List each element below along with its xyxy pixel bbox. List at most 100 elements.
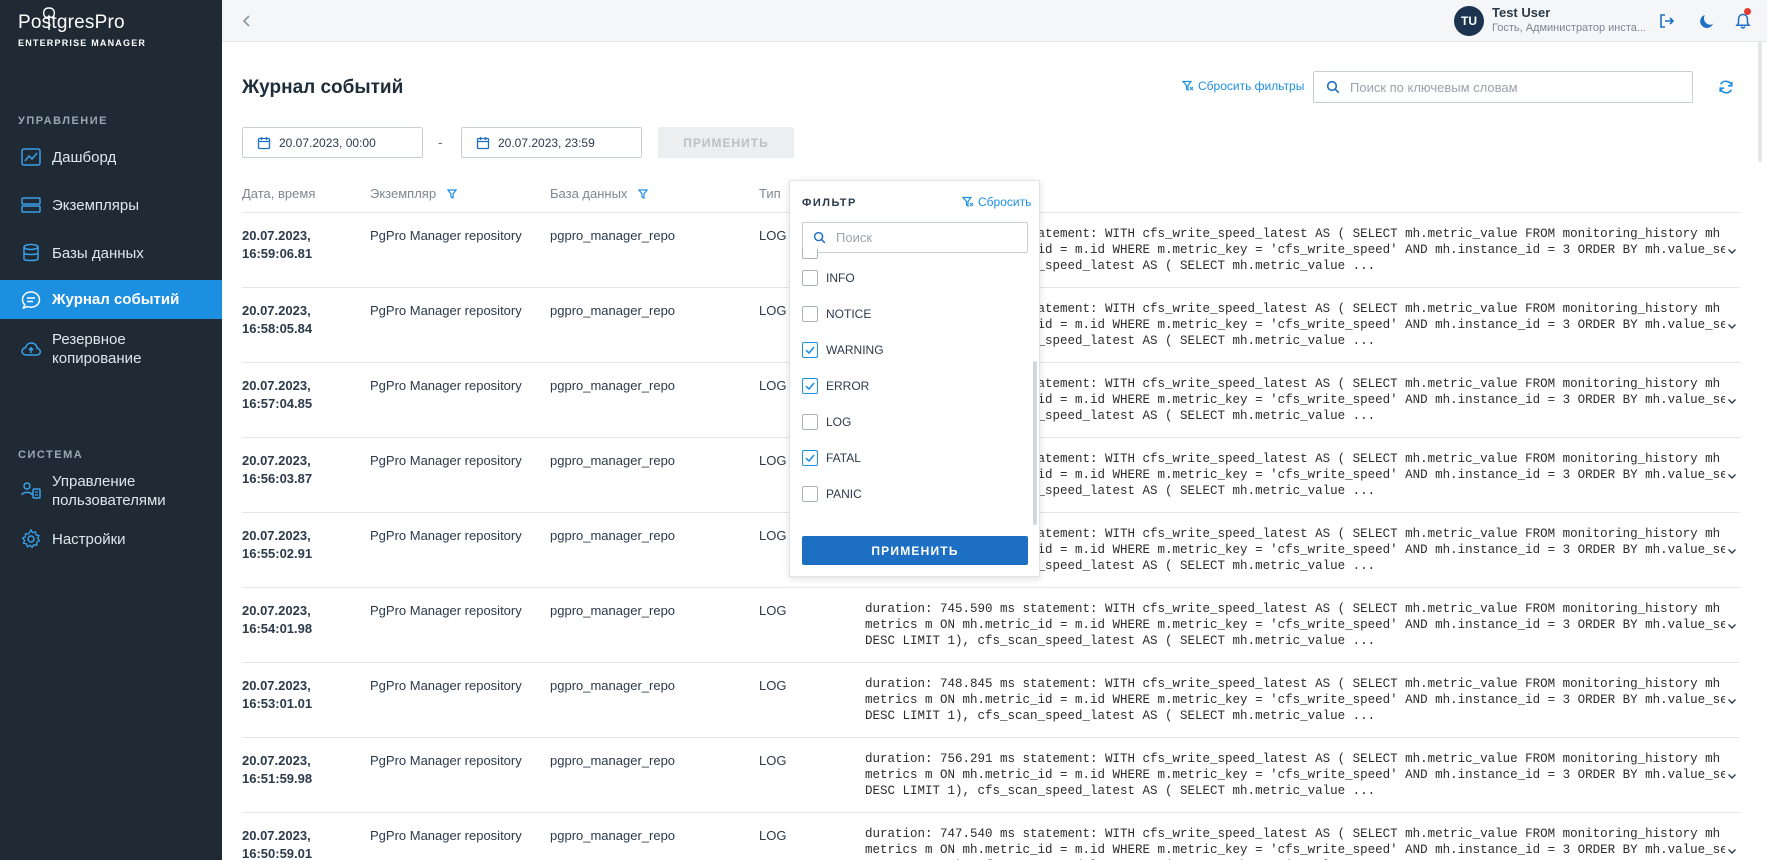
column-header-date[interactable]: Дата, время [242, 186, 315, 201]
filter-icon[interactable] [635, 188, 651, 200]
table-row[interactable]: 20.07.2023, 16:50:59.01 PgPro Manager rep… [242, 813, 1740, 860]
calendar-icon [257, 136, 271, 149]
filter-option-panic[interactable]: PANIC [802, 486, 862, 502]
sidebar-item-users[interactable]: Управление пользователями [0, 471, 222, 511]
chevron-down-icon[interactable] [1726, 620, 1738, 632]
reset-filters-button[interactable]: Сбросить фильтры [1182, 79, 1304, 93]
keyword-search-input[interactable] [1350, 79, 1670, 95]
sidebar: PostgresPro ENTERPRISE MANAGER УПРАВЛЕНИ… [0, 0, 222, 860]
filter-option-notice[interactable]: NOTICE [802, 306, 871, 322]
refresh-icon[interactable] [1717, 78, 1735, 96]
column-header-database[interactable]: База данных [550, 186, 651, 201]
filter-option-fatal[interactable]: FATAL [802, 450, 861, 466]
avatar[interactable]: TU [1454, 6, 1484, 36]
sidebar-item-dashboard[interactable]: Дашборд [0, 144, 222, 170]
chevron-down-icon[interactable] [1726, 770, 1738, 782]
chevron-down-icon[interactable] [1726, 320, 1738, 332]
row-database: pgpro_manager_repo [550, 603, 676, 618]
row-database: pgpro_manager_repo [550, 678, 676, 693]
row-date: 20.07.2023, [242, 678, 311, 693]
chevron-down-icon[interactable] [1726, 470, 1738, 482]
filter-clear-icon [962, 196, 974, 208]
chevron-down-icon[interactable] [1726, 845, 1738, 857]
row-type: LOG [759, 378, 787, 393]
topbar: TU Test User Гость, Администратор инста.… [222, 0, 1767, 42]
date-to-field[interactable]: 20.07.2023, 23:59 [461, 127, 642, 158]
row-instance: PgPro Manager repository [370, 228, 522, 243]
date-from-field[interactable]: 20.07.2023, 00:00 [242, 127, 423, 158]
elephant-logo-icon [42, 7, 56, 30]
sidebar-item-instances[interactable]: Экземпляры [0, 192, 222, 218]
checkbox[interactable] [802, 270, 818, 286]
row-instance: PgPro Manager repository [370, 828, 522, 843]
filter-apply-button[interactable]: ПРИМЕНИТЬ [802, 536, 1028, 565]
row-time: 16:56:03.87 [242, 471, 313, 486]
chevron-down-icon[interactable] [1726, 395, 1738, 407]
logo[interactable]: PostgresPro ENTERPRISE MANAGER [18, 7, 198, 56]
row-datetime: 20.07.2023, 16:59:06.81 [242, 227, 332, 263]
row-time: 16:58:05.84 [242, 321, 313, 336]
filter-option-error[interactable]: ERROR [802, 378, 869, 394]
sidebar-item-label: Управление пользователями [52, 473, 166, 509]
column-header-instance[interactable]: Экземпляр [370, 186, 460, 201]
row-datetime: 20.07.2023, 16:57:04.85 [242, 377, 332, 413]
checkbox[interactable] [802, 414, 818, 430]
moon-icon[interactable] [1698, 12, 1716, 30]
sidebar-item-databases[interactable]: Базы данных [0, 240, 222, 266]
filter-options-list: INFO NOTICE WARNING ERROR LOG FATAL PANIC [790, 249, 1034, 511]
filter-search-input[interactable] [836, 230, 1016, 245]
page-scrollbar[interactable] [1757, 42, 1763, 860]
chevron-down-icon[interactable] [1726, 245, 1738, 257]
sidebar-item-backup[interactable]: Резервное копирование [0, 329, 222, 369]
row-message-line: duration: 748.845 ms statement: WITH cfs… [865, 677, 1725, 691]
row-message-line: duration: 756.291 ms statement: WITH cfs… [865, 752, 1725, 766]
table-row[interactable]: 20.07.2023, 16:53:01.01 PgPro Manager rep… [242, 663, 1740, 738]
row-database: pgpro_manager_repo [550, 753, 676, 768]
chevron-left-icon [242, 15, 250, 27]
filter-reset-button[interactable]: Сбросить [962, 195, 1031, 209]
row-database: pgpro_manager_repo [550, 228, 676, 243]
sidebar-item-settings[interactable]: Настройки [0, 526, 222, 552]
row-date: 20.07.2023, [242, 453, 311, 468]
event-log-icon [21, 290, 41, 309]
checkbox[interactable] [802, 342, 818, 358]
date-to-value: 20.07.2023, 23:59 [498, 135, 595, 150]
row-message: duration: 756.291 ms statement: WITH cfs… [865, 751, 1725, 799]
checkbox[interactable] [802, 306, 818, 322]
table-row[interactable]: 20.07.2023, 16:51:59.98 PgPro Manager rep… [242, 738, 1740, 813]
sidebar-item-label: Резервное копирование [52, 331, 142, 367]
checkbox[interactable] [802, 450, 818, 466]
user-name: Test User [1492, 5, 1551, 20]
filter-option-info[interactable]: INFO [802, 270, 855, 286]
row-type: LOG [759, 228, 787, 243]
apply-date-button[interactable]: ПРИМЕНИТЬ [658, 127, 794, 158]
bell-icon[interactable] [1734, 12, 1752, 30]
sidebar-item-label: Экземпляры [52, 196, 139, 214]
sidebar-item-event-log[interactable]: Журнал событий [0, 280, 222, 319]
logout-icon[interactable] [1658, 12, 1676, 30]
filter-option-log[interactable]: LOG [802, 414, 851, 430]
chevron-down-icon[interactable] [1726, 695, 1738, 707]
page-title: Журнал событий [242, 77, 404, 98]
filter-icon[interactable] [444, 188, 460, 200]
user-role: Гость, Администратор инста... [1492, 22, 1647, 34]
filter-option-label: PANIC [826, 487, 862, 501]
filter-option-warning[interactable]: WARNING [802, 342, 884, 358]
column-label: Тип [759, 186, 781, 201]
type-filter-popover: ФИЛЬТР Сбросить INFO NOTICE WARNING ERROR LO… [789, 180, 1040, 577]
row-message: duration: 745.590 ms statement: WITH cfs… [865, 601, 1725, 649]
filter-scrollbar[interactable] [1033, 361, 1037, 525]
row-time: 16:57:04.85 [242, 396, 313, 411]
row-datetime: 20.07.2023, 16:54:01.98 [242, 602, 332, 638]
checkbox[interactable] [802, 249, 818, 259]
back-button[interactable] [238, 12, 256, 30]
checkbox[interactable] [802, 486, 818, 502]
notification-badge [1744, 8, 1751, 15]
sidebar-item-label: Базы данных [52, 244, 144, 262]
chevron-down-icon[interactable] [1726, 545, 1738, 557]
table-row[interactable]: 20.07.2023, 16:54:01.98 PgPro Manager rep… [242, 588, 1740, 663]
column-header-type[interactable]: Тип [759, 186, 781, 201]
section-manage: УПРАВЛЕНИЕ [18, 115, 108, 127]
row-datetime: 20.07.2023, 16:53:01.01 [242, 677, 332, 713]
checkbox[interactable] [802, 378, 818, 394]
